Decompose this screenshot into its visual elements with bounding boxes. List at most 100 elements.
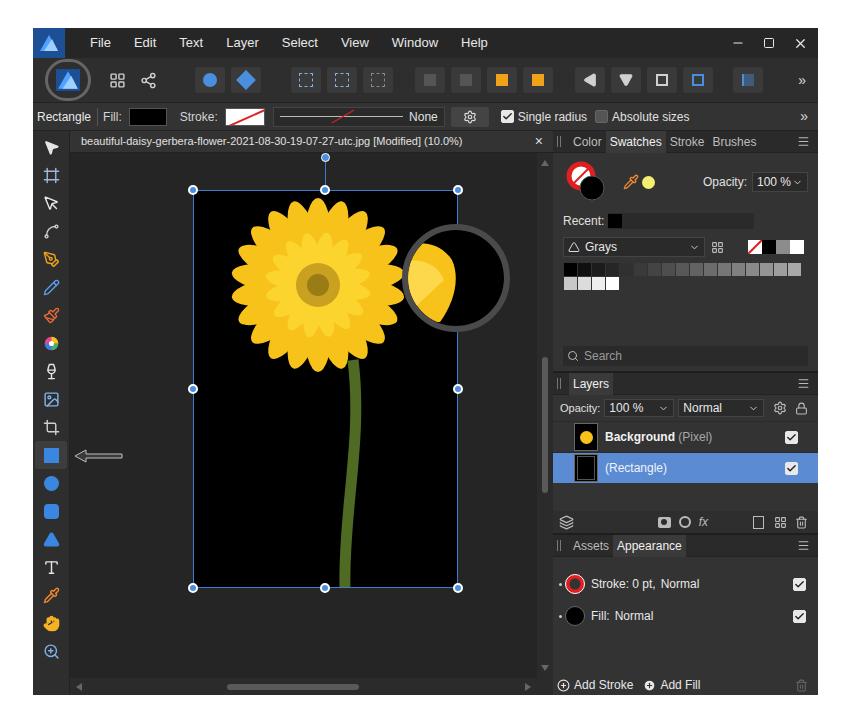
tool-button[interactable] — [35, 133, 67, 161]
panel-tab[interactable]: Color — [569, 131, 606, 153]
liquify-persona-icon[interactable] — [109, 72, 126, 89]
menu-item[interactable]: View — [341, 33, 369, 53]
tool-button[interactable] — [35, 217, 67, 245]
swatch[interactable] — [592, 263, 605, 276]
layer-visibility-checkbox[interactable] — [785, 462, 798, 475]
tool-button[interactable] — [35, 189, 67, 217]
menu-item[interactable]: Edit — [134, 33, 156, 53]
tool-button[interactable] — [35, 469, 67, 497]
add-appearance-button[interactable]: Add Fill — [643, 676, 700, 694]
swatch[interactable] — [592, 277, 605, 290]
checkbox[interactable] — [501, 110, 514, 123]
export-persona-icon[interactable] — [140, 72, 157, 89]
swatch[interactable] — [606, 277, 619, 290]
scroll-right-icon[interactable] — [523, 683, 533, 691]
swatch[interactable] — [578, 263, 591, 276]
tool-button[interactable] — [35, 609, 67, 637]
tool-button[interactable] — [35, 161, 67, 189]
appearance-row[interactable]: Fill:Normal — [553, 605, 818, 627]
blend-mode-dropdown[interactable]: Normal — [678, 399, 764, 417]
stroke-swatch[interactable] — [225, 108, 265, 126]
tool-button[interactable] — [35, 525, 67, 553]
tool-button[interactable] — [35, 553, 67, 581]
horizontal-scroll-thumb[interactable] — [227, 684, 359, 690]
invert-selection-button[interactable] — [363, 67, 393, 93]
fx-button[interactable]: fx — [699, 513, 708, 531]
swatch[interactable] — [606, 263, 619, 276]
swatch[interactable] — [718, 263, 731, 276]
flip-horizontal-button[interactable] — [575, 67, 605, 93]
swatch[interactable] — [620, 263, 633, 276]
panel-menu-icon[interactable] — [797, 539, 810, 552]
appearance-row[interactable]: Stroke: 0 pt,Normal — [553, 573, 818, 595]
persona-button[interactable] — [45, 59, 91, 101]
context-overflow[interactable]: » — [800, 106, 808, 127]
tool-button[interactable] — [35, 441, 67, 469]
tool-button[interactable] — [35, 637, 67, 665]
panel-tab[interactable]: Brushes — [708, 131, 760, 153]
tool-button[interactable] — [35, 329, 67, 357]
menu-item[interactable]: File — [90, 33, 111, 53]
panel-tab[interactable]: Layers — [569, 373, 613, 395]
palette-dropdown[interactable]: Grays — [563, 237, 705, 257]
panel-menu-icon[interactable] — [797, 135, 810, 148]
trash-icon[interactable] — [795, 679, 808, 692]
rotate-right-button[interactable] — [683, 67, 713, 93]
swatch[interactable] — [634, 263, 647, 276]
fill-swatch[interactable] — [129, 108, 167, 126]
scroll-down-icon[interactable] — [541, 662, 549, 674]
recent-swatch[interactable] — [608, 214, 622, 228]
canvas[interactable] — [70, 153, 537, 678]
swatch[interactable] — [690, 263, 703, 276]
front-button[interactable] — [523, 67, 553, 93]
add-appearance-button[interactable]: Add Stroke — [557, 676, 633, 694]
panel-grip-icon[interactable] — [557, 378, 561, 389]
swatch[interactable] — [774, 263, 787, 276]
tool-button[interactable] — [35, 413, 67, 441]
swatch[interactable] — [746, 263, 759, 276]
swatch[interactable] — [662, 263, 675, 276]
swatch[interactable] — [578, 277, 591, 290]
document-tab[interactable]: beautiful-daisy-gerbera-flower-2021-08-3… — [70, 131, 553, 153]
lock-icon[interactable] — [795, 402, 808, 415]
vertical-scrollbar[interactable] — [537, 153, 553, 678]
tool-button[interactable] — [35, 581, 67, 609]
palette-options-icon[interactable] — [711, 241, 724, 254]
forward-button[interactable] — [487, 67, 517, 93]
develop-button[interactable] — [231, 67, 261, 93]
deselect-button[interactable] — [327, 67, 357, 93]
settings-button[interactable] — [451, 107, 489, 127]
back-button[interactable] — [415, 67, 445, 93]
resize-handle[interactable] — [320, 185, 330, 195]
panel-tab[interactable]: Swatches — [606, 131, 666, 153]
menu-item[interactable]: Window — [392, 33, 438, 53]
vertical-scroll-thumb[interactable] — [542, 357, 548, 493]
swatch-search-field[interactable]: Search — [563, 346, 808, 366]
layer-row[interactable]: (Rectangle) — [553, 452, 818, 483]
gear-icon[interactable] — [773, 401, 787, 415]
color-well-icon[interactable] — [565, 160, 609, 204]
adjustment-icon[interactable] — [679, 516, 691, 528]
stroke-style-field[interactable]: None — [273, 107, 445, 127]
resize-handle[interactable] — [320, 583, 330, 593]
quick-swatch[interactable] — [790, 240, 804, 254]
quick-swatch[interactable] — [748, 240, 762, 254]
quick-swatch[interactable] — [762, 240, 776, 254]
backward-button[interactable] — [451, 67, 481, 93]
panel-grip-icon[interactable] — [557, 540, 561, 551]
resize-handle[interactable] — [188, 384, 198, 394]
rotation-handle[interactable] — [321, 153, 330, 162]
panel-grip-icon[interactable] — [557, 136, 561, 147]
swatch[interactable] — [564, 263, 577, 276]
menu-item[interactable]: Help — [461, 33, 488, 53]
opacity-dropdown[interactable]: 100 % — [752, 172, 808, 192]
trash-icon[interactable] — [795, 516, 808, 529]
checkbox[interactable] — [595, 110, 608, 123]
layer-stack-icon[interactable] — [559, 515, 574, 530]
group-icon[interactable] — [774, 516, 787, 529]
close-icon[interactable] — [793, 36, 808, 51]
resize-handle[interactable] — [188, 583, 198, 593]
rotate-left-button[interactable] — [647, 67, 677, 93]
panel-tab[interactable]: Stroke — [666, 131, 709, 153]
appearance-enabled-checkbox[interactable] — [793, 610, 806, 623]
